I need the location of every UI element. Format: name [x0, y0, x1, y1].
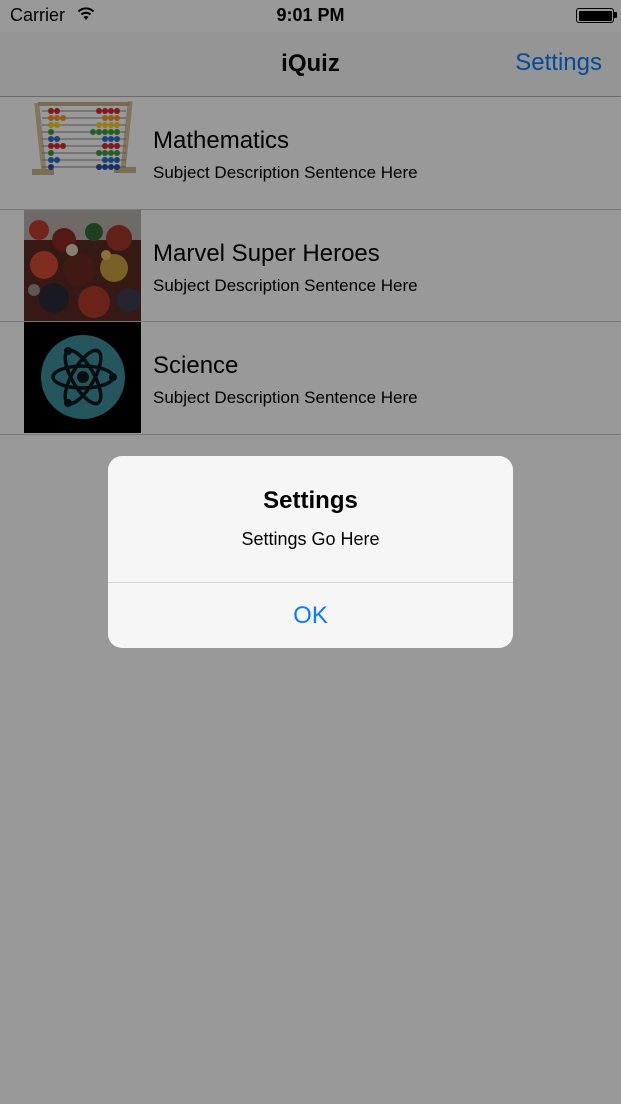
alert-message: Settings Go Here [241, 529, 380, 549]
settings-alert: Settings Settings Go Here OK [108, 456, 513, 648]
screen: Carrier 9:01 PM iQuiz Settings Mathemati… [0, 0, 621, 1104]
ok-button[interactable]: OK [108, 583, 513, 648]
alert-title: Settings [263, 487, 358, 514]
